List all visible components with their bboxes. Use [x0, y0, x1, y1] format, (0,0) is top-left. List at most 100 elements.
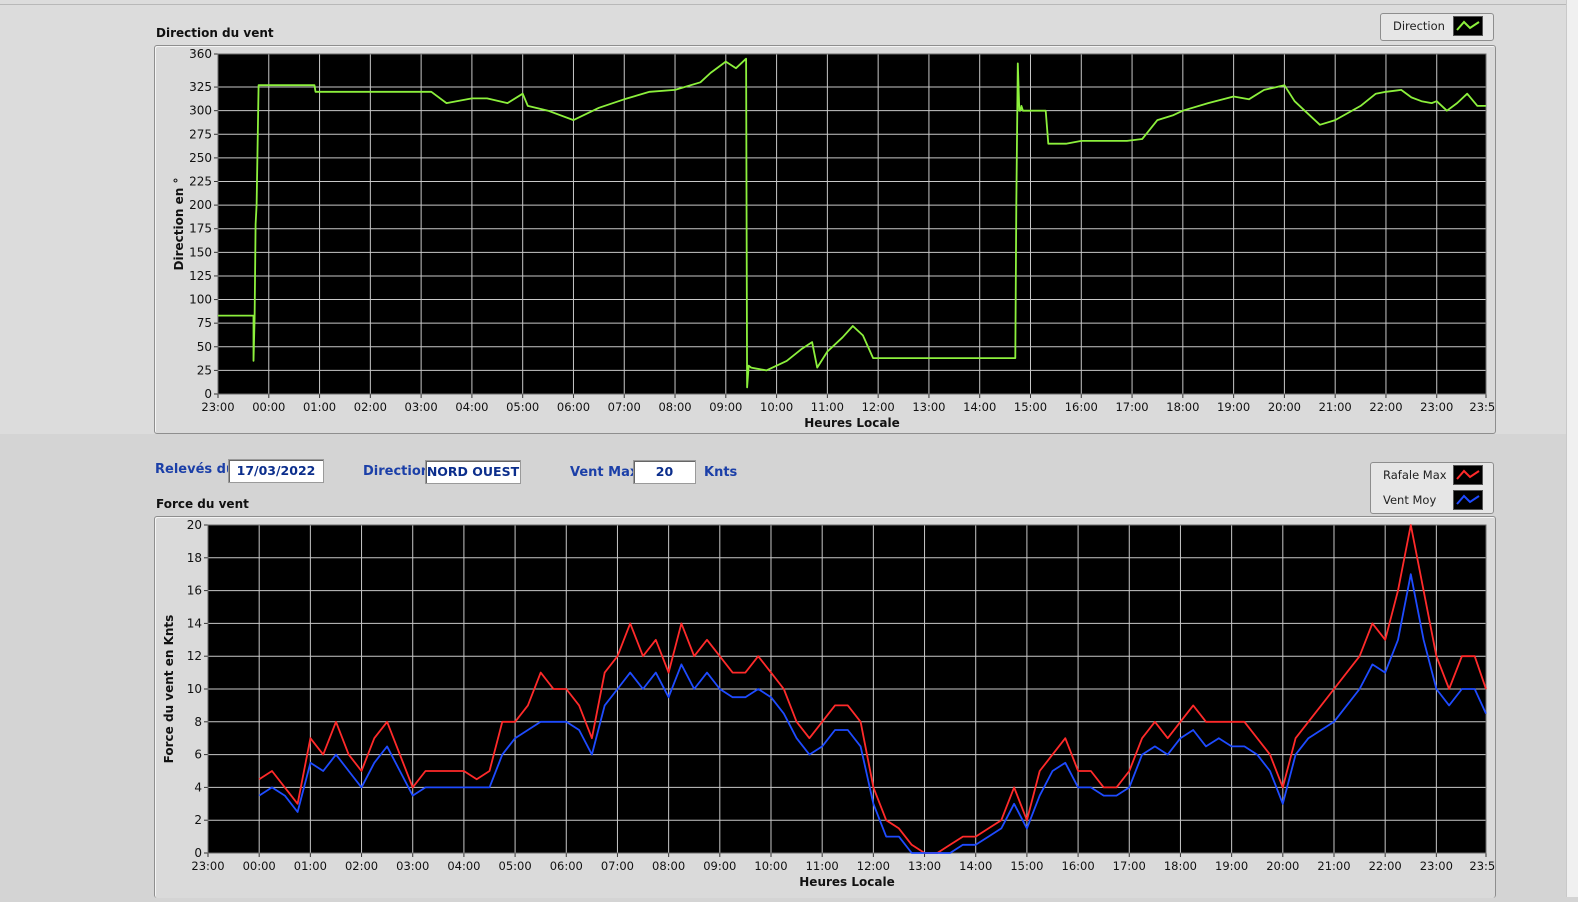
legend-item-moy[interactable]: Vent Moy: [1371, 488, 1493, 512]
x-tick-label: 05:00: [499, 859, 532, 873]
y-tick-label: 18: [187, 551, 202, 565]
plot-area: [218, 54, 1486, 394]
y-tick-label: 200: [189, 198, 212, 212]
x-tick-label: 20:00: [1268, 400, 1301, 414]
y-tick-label: 125: [189, 269, 212, 283]
releves-date-field[interactable]: 17/03/2022: [228, 459, 324, 483]
force-chart-panel: 23:00 00:00 01:00 02:00 03:00 04:00 05:00 06:00…: [154, 516, 1503, 898]
x-tick-label: 11:00: [811, 400, 844, 414]
ventmax-label: Vent Max: [570, 465, 639, 480]
y-tick-label: 100: [189, 293, 212, 307]
ventmax-unit: Knts: [704, 465, 738, 480]
x-tick-label: 10:00: [754, 859, 787, 873]
y-tick-label: 25: [197, 363, 212, 377]
legend-label-rafale: Rafale Max: [1383, 468, 1447, 482]
legend-label-direction: Direction: [1393, 19, 1445, 33]
x-tick-label: 06:00: [557, 400, 590, 414]
x-tick-label: 04:00: [447, 859, 480, 873]
x-tick-label: 13:00: [908, 859, 941, 873]
y-tick-label: 4: [194, 780, 202, 794]
x-tick-label: 03:00: [405, 400, 438, 414]
x-tick-label: 22:00: [1369, 400, 1402, 414]
force-chart: 23:00 00:00 01:00 02:00 03:00 04:00 05:00 06:00…: [162, 518, 1503, 889]
x-tick-label: 01:00: [294, 859, 327, 873]
y-tick-label: 2: [194, 813, 202, 827]
y-tick-label: 250: [189, 151, 212, 165]
direction-field[interactable]: NORD OUEST: [425, 460, 521, 484]
x-tick-label: 23:00: [1420, 859, 1453, 873]
x-tick-label: 09:00: [709, 400, 742, 414]
x-tick-label: 17:00: [1113, 859, 1146, 873]
direction-label: Direction: [363, 464, 431, 479]
x-tick-label: 19:00: [1215, 859, 1248, 873]
x-tick-label: 23:58: [1469, 400, 1495, 414]
y-tick-label: 8: [194, 715, 202, 729]
x-tick-label: 21:00: [1319, 400, 1352, 414]
releves-label: Relevés du: [155, 462, 236, 477]
x-tick-label: 15:00: [1010, 859, 1043, 873]
y-tick-label: 6: [194, 748, 202, 762]
y-tick-label: 150: [189, 245, 212, 259]
y-axis-label: Force du vent en Knts: [162, 615, 176, 764]
direction-swatch-icon: [1453, 16, 1483, 36]
direction-chart-title: Direction du vent: [156, 26, 274, 40]
x-tick-label: 21:00: [1317, 859, 1350, 873]
x-tick-label: 04:00: [455, 400, 488, 414]
x-tick-label: 01:00: [303, 400, 336, 414]
direction-legend[interactable]: Direction: [1380, 13, 1494, 41]
x-tick-label: 07:00: [601, 859, 634, 873]
x-tick-label: 19:00: [1217, 400, 1250, 414]
x-tick-label: 12:00: [862, 400, 895, 414]
x-tick-label: 18:00: [1166, 400, 1199, 414]
x-tick-label: 06:00: [550, 859, 583, 873]
y-tick-label: 10: [187, 682, 202, 696]
moy-swatch-icon: [1453, 490, 1483, 510]
rafale-swatch-icon: [1453, 465, 1483, 485]
x-axis-label: Heures Locale: [799, 875, 894, 889]
x-tick-label: 13:00: [912, 400, 945, 414]
y-tick-label: 50: [197, 340, 212, 354]
x-tick-label: 02:00: [354, 400, 387, 414]
x-tick-label: 20:00: [1266, 859, 1299, 873]
x-tick-label: 08:00: [658, 400, 691, 414]
x-tick-label: 16:00: [1062, 859, 1095, 873]
y-tick-label: 75: [197, 316, 212, 330]
y-axis-label: Direction en °: [172, 178, 186, 271]
force-chart-title: Force du vent: [156, 497, 249, 511]
x-tick-label: 14:00: [963, 400, 996, 414]
y-tick-label: 0: [194, 846, 202, 860]
x-tick-label: 22:00: [1369, 859, 1402, 873]
x-tick-label: 18:00: [1164, 859, 1197, 873]
direction-chart-panel: 23:00 00:00 01:00 02:00 03:00 04:00 05:00 06:00…: [154, 45, 1503, 434]
y-tick-label: 275: [189, 127, 212, 141]
y-tick-label: 325: [189, 80, 212, 94]
legend-label-moy: Vent Moy: [1383, 493, 1437, 507]
x-tick-label: 07:00: [608, 400, 641, 414]
x-axis-label: Heures Locale: [804, 416, 899, 430]
x-tick-label: 23:00: [191, 859, 224, 873]
x-tick-label: 16:00: [1065, 400, 1098, 414]
x-tick-label: 00:00: [243, 859, 276, 873]
x-tick-label: 02:00: [345, 859, 378, 873]
ventmax-field[interactable]: 20: [633, 460, 696, 484]
x-tick-label: 23:00: [1420, 400, 1453, 414]
force-legend[interactable]: Rafale Max Vent Moy: [1370, 462, 1494, 514]
x-tick-label: 10:00: [760, 400, 793, 414]
x-tick-label: 05:00: [506, 400, 539, 414]
x-tick-label: 03:00: [396, 859, 429, 873]
y-tick-label: 14: [187, 616, 202, 630]
x-tick-label: 08:00: [652, 859, 685, 873]
legend-item-direction[interactable]: Direction: [1381, 14, 1493, 38]
x-tick-label: 09:00: [703, 859, 736, 873]
x-tick-label: 23:00: [201, 400, 234, 414]
window-right-edge: [1566, 0, 1578, 897]
x-tick-label: 17:00: [1115, 400, 1148, 414]
y-tick-label: 20: [187, 518, 202, 532]
legend-item-rafale[interactable]: Rafale Max: [1371, 463, 1493, 487]
x-tick-label: 11:00: [806, 859, 839, 873]
y-tick-label: 0: [204, 387, 212, 401]
x-tick-label: 12:00: [857, 859, 890, 873]
y-tick-label: 360: [189, 47, 212, 61]
x-tick-label: 14:00: [959, 859, 992, 873]
x-tick-label: 00:00: [252, 400, 285, 414]
